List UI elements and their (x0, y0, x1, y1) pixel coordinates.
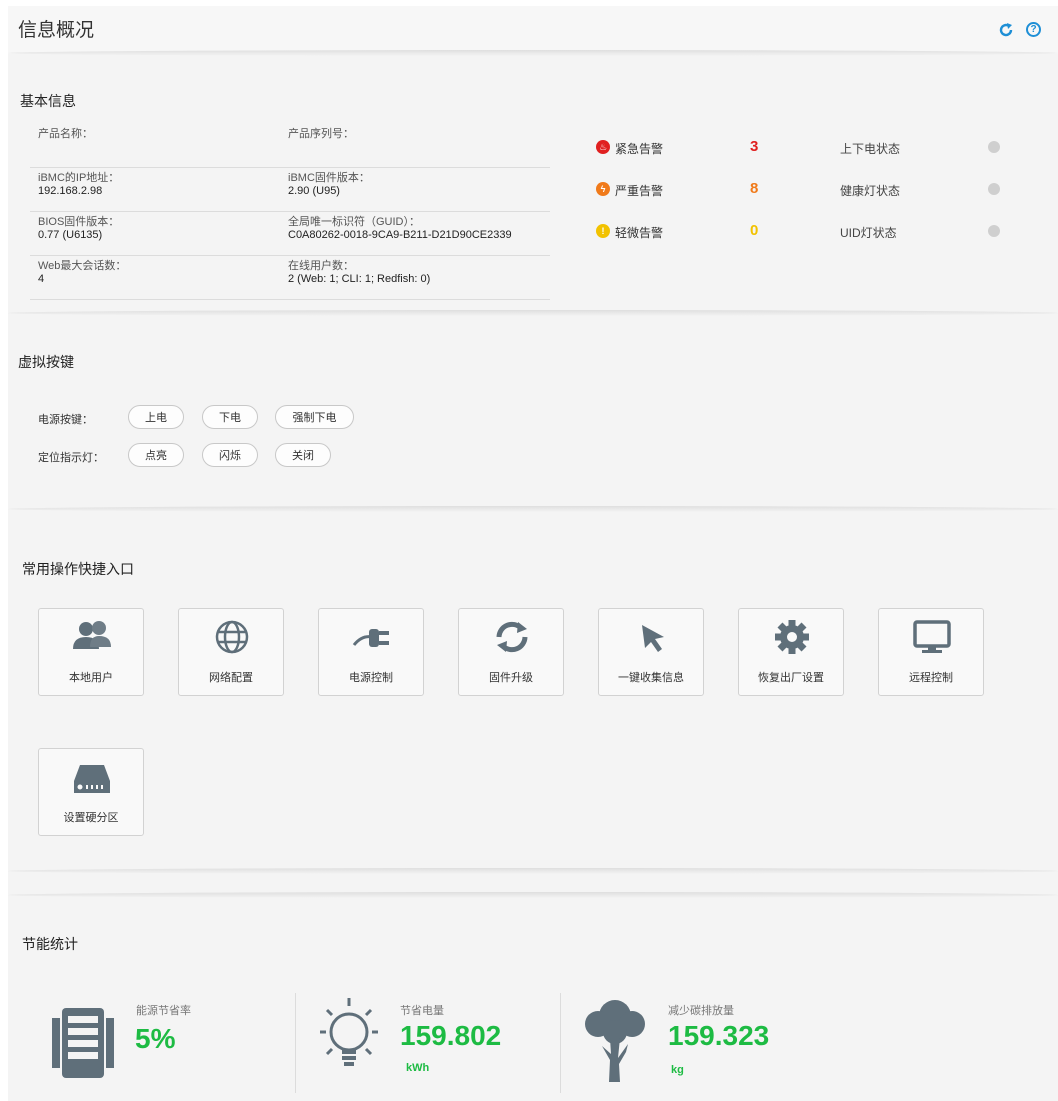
power-status-indicator (988, 141, 1000, 153)
guid-value: C0A80262-0018-9CA9-B211-D21D90CE2339 (288, 229, 512, 241)
collect-info-tile[interactable]: 一键收集信息 (598, 608, 704, 696)
hard-partition-tile[interactable]: 设置硬分区 (38, 748, 144, 836)
local-users-label: 本地用户 (69, 672, 113, 684)
power-saved-value: 159.802 (400, 1020, 502, 1051)
page-title: 信息概况 (18, 20, 95, 41)
minor-alarm-count[interactable]: 0 (750, 222, 758, 239)
energy-separator (295, 993, 296, 1093)
gear-icon (775, 620, 809, 654)
info-row: BIOS固件版本： 0.77 (U6135) 全局唯一标识符（GUID）： C0A8… (30, 212, 550, 256)
sync-icon (496, 621, 528, 653)
globe-icon (215, 620, 249, 654)
major-alarm-icon: ϟ (596, 182, 610, 196)
critical-alarm-icon: ♨ (596, 140, 610, 154)
factory-reset-label: 恢复出厂设置 (758, 672, 824, 684)
online-users-value: 2 (Web: 1; CLI: 1; Redfish: 0) (288, 273, 431, 285)
health-led-status-indicator (988, 183, 1000, 195)
power-status-label: 上下电状态 (840, 142, 901, 156)
alarm-critical-row[interactable]: ♨ 紧急告警 3 上下电状态 (596, 138, 1016, 158)
header-divider (8, 50, 1058, 56)
carbon-reduction-label: 减少碳排放量 (668, 1005, 734, 1017)
disk-icon (74, 765, 110, 793)
section-divider (8, 892, 1058, 898)
energy-saving-icon (52, 1008, 114, 1078)
power-control-label: 电源控制 (349, 672, 393, 684)
factory-reset-tile[interactable]: 恢复出厂设置 (738, 608, 844, 696)
remote-control-tile[interactable]: 远程控制 (878, 608, 984, 696)
bios-firmware-value: 0.77 (U6135) (38, 229, 103, 241)
force-power-off-button[interactable]: 强制下电 (275, 405, 354, 429)
product-name-label: 产品名称： (38, 128, 93, 140)
ibmc-firmware-label: iBMC固件版本： (288, 172, 370, 184)
users-icon (73, 621, 111, 649)
led-on-button[interactable]: 点亮 (128, 443, 184, 467)
ibmc-ip-label: iBMC的IP地址： (38, 172, 120, 184)
web-max-sessions-label: Web最大会话数： (38, 260, 127, 272)
info-row: iBMC的IP地址： 192.168.2.98 iBMC固件版本： 2.90 (U9… (30, 168, 550, 212)
power-saved-label: 节省电量 (400, 1005, 444, 1017)
carbon-reduction-unit: kg (671, 1064, 684, 1076)
help-icon[interactable]: ? (1026, 22, 1041, 37)
online-users-label: 在线用户数： (288, 260, 354, 272)
virtual-keys-title: 虚拟按键 (18, 354, 74, 370)
local-users-tile[interactable]: 本地用户 (38, 608, 144, 696)
power-saved-unit: kWh (406, 1062, 430, 1074)
alarm-minor-row[interactable]: ! 轻微告警 0 UID灯状态 (596, 222, 1016, 242)
minor-alarm-icon: ! (596, 224, 610, 238)
critical-alarm-label: 紧急告警 (615, 142, 664, 156)
saving-rate-value: 5% (135, 1023, 176, 1054)
power-button-label: 电源按键： (38, 414, 93, 426)
overview-page: 信息概况 ? 基本信息 产品名称： 产品序列号： iBMC的IP地址： 192.1… (8, 6, 1058, 1101)
shortcuts-title: 常用操作快捷入口 (22, 561, 134, 577)
basic-info-title: 基本信息 (20, 93, 76, 109)
led-off-button[interactable]: 关闭 (275, 443, 331, 467)
energy-separator (560, 993, 561, 1093)
energy-stats-title: 节能统计 (22, 936, 78, 952)
carbon-reduction-value: 159.323 (668, 1020, 770, 1051)
section-divider (8, 868, 1058, 874)
section-divider (8, 506, 1058, 512)
section-divider (8, 310, 1058, 316)
bios-firmware-label: BIOS固件版本： (38, 216, 120, 228)
web-max-sessions-value: 4 (38, 273, 45, 285)
alarm-major-row[interactable]: ϟ 严重告警 8 健康灯状态 (596, 180, 1016, 200)
info-row: Web最大会话数： 4 在线用户数： 2 (Web: 1; CLI: 1; Redf… (30, 256, 550, 300)
saving-rate-label: 能源节省率 (136, 1005, 191, 1017)
critical-alarm-count[interactable]: 3 (750, 138, 758, 155)
major-alarm-label: 严重告警 (615, 184, 664, 198)
power-off-button[interactable]: 下电 (202, 405, 258, 429)
major-alarm-count[interactable]: 8 (750, 180, 758, 197)
uid-led-status-indicator (988, 225, 1000, 237)
cursor-icon (642, 625, 664, 652)
refresh-icon[interactable] (998, 22, 1014, 38)
help-glyph: ? (1030, 24, 1037, 35)
led-blink-button[interactable]: 闪烁 (202, 443, 258, 467)
ibmc-firmware-value: 2.90 (U95) (288, 185, 340, 197)
hard-partition-label: 设置硬分区 (63, 812, 119, 824)
power-on-button[interactable]: 上电 (128, 405, 184, 429)
locator-led-label: 定位指示灯： (38, 452, 104, 464)
uid-led-status-label: UID灯状态 (840, 226, 897, 240)
monitor-icon (913, 620, 951, 653)
serial-number-label: 产品序列号： (288, 128, 354, 140)
page-header: 信息概况 ? (8, 6, 1058, 54)
firmware-upgrade-label: 固件升级 (489, 672, 533, 684)
collect-info-label: 一键收集信息 (618, 672, 684, 684)
remote-control-label: 远程控制 (909, 672, 953, 684)
info-row: 产品名称： 产品序列号： (30, 124, 550, 168)
tree-icon (585, 1000, 645, 1082)
health-led-status-label: 健康灯状态 (840, 184, 901, 198)
minor-alarm-label: 轻微告警 (615, 226, 664, 240)
lightbulb-icon (320, 998, 378, 1066)
plug-icon (352, 629, 389, 647)
power-control-tile[interactable]: 电源控制 (318, 608, 424, 696)
network-config-label: 网络配置 (209, 672, 253, 684)
firmware-upgrade-tile[interactable]: 固件升级 (458, 608, 564, 696)
network-config-tile[interactable]: 网络配置 (178, 608, 284, 696)
ibmc-ip-value: 192.168.2.98 (38, 185, 103, 197)
guid-label: 全局唯一标识符（GUID）： (288, 216, 420, 228)
